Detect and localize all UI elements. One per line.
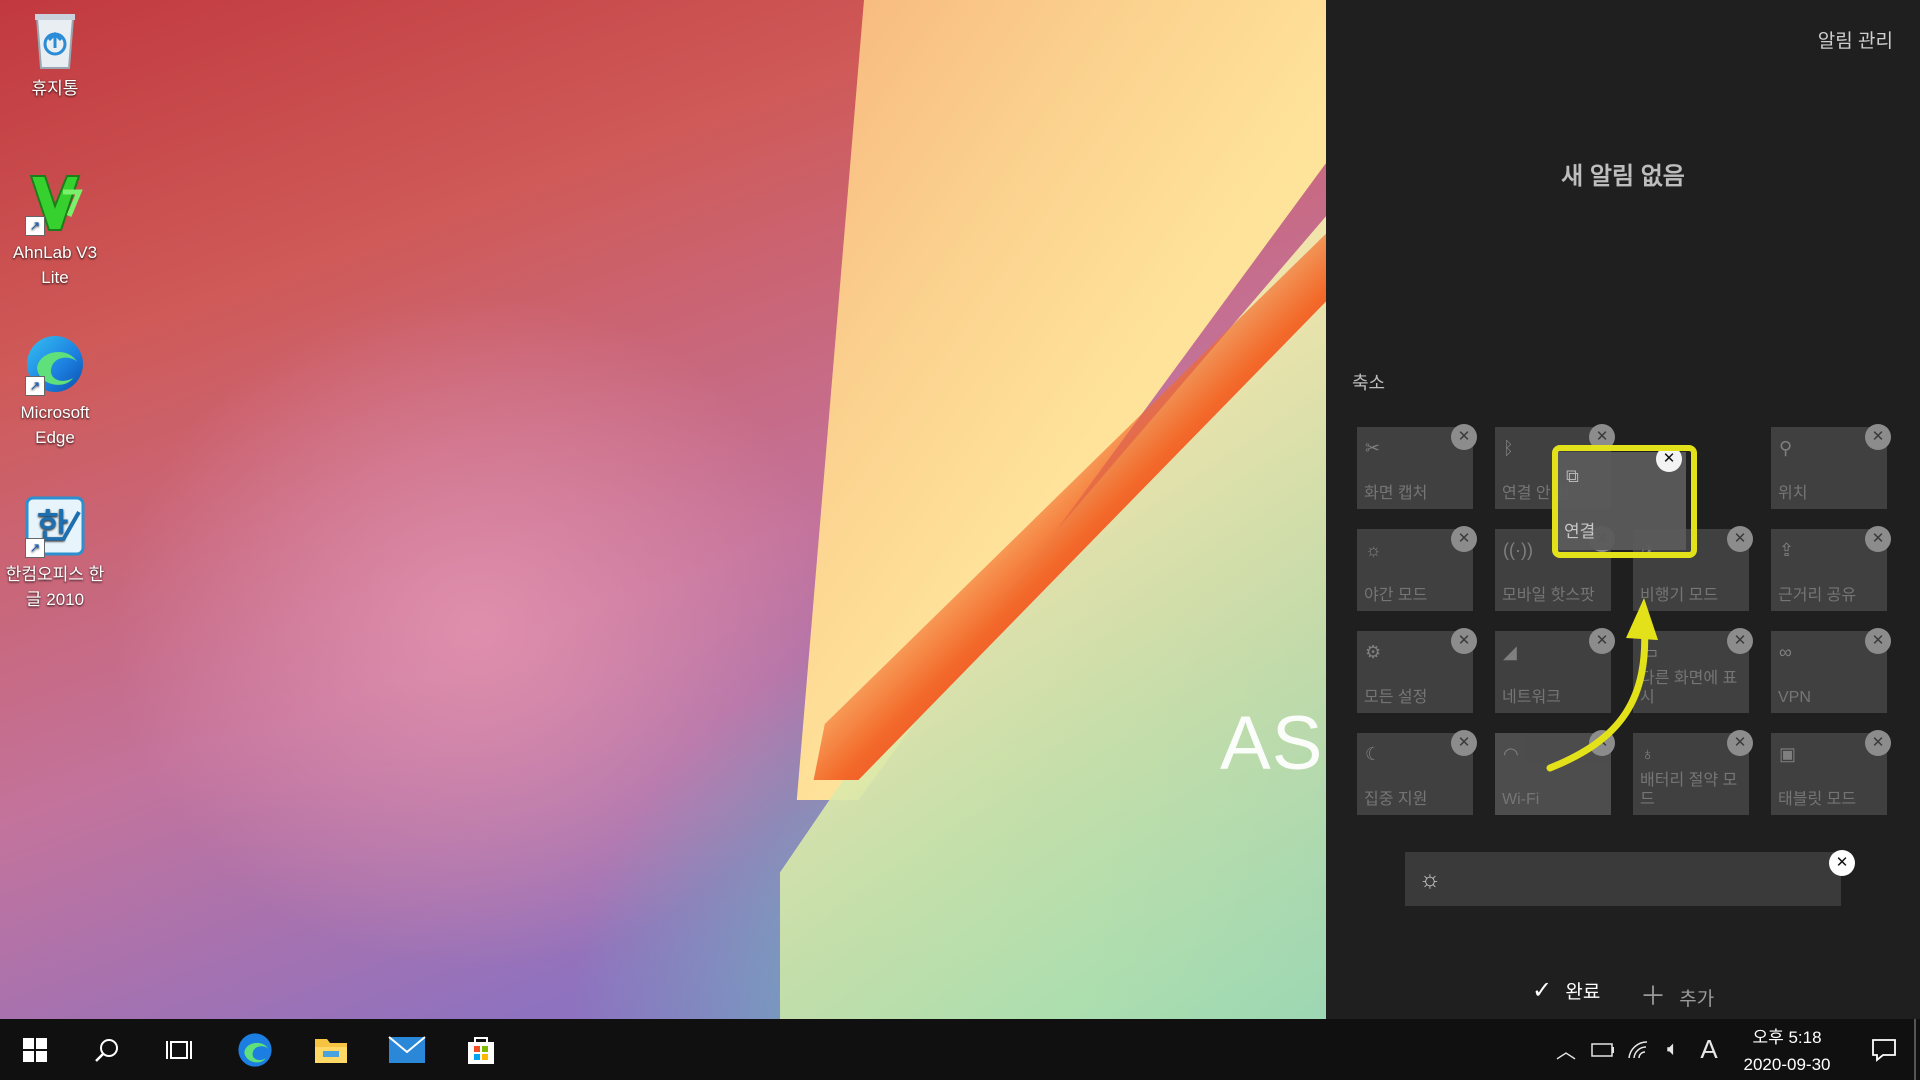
- unpin-icon[interactable]: ✕: [1451, 628, 1477, 654]
- unpin-icon[interactable]: ✕: [1727, 628, 1753, 654]
- desktop-icon-label: 한컴오피스 한글 2010: [5, 565, 105, 609]
- edge-icon: [238, 1032, 272, 1067]
- edge-taskbar-button[interactable]: [220, 1019, 290, 1080]
- file-explorer-button[interactable]: [296, 1019, 366, 1080]
- system-clock[interactable]: 오후 5:18 2020-09-30: [1732, 1024, 1842, 1078]
- store-icon: [468, 1036, 494, 1064]
- unpin-icon[interactable]: ✕: [1865, 526, 1891, 552]
- screen-snip-icon: ✂: [1365, 438, 1381, 458]
- unpin-icon[interactable]: ✕: [1727, 526, 1753, 552]
- file-explorer-icon: [315, 1038, 347, 1063]
- start-icon: [23, 1037, 47, 1062]
- add-button[interactable]: ＋ 추가: [1640, 976, 1714, 1013]
- tablet-mode-icon: ▣: [1779, 744, 1797, 764]
- unpin-icon[interactable]: ✕: [1829, 850, 1855, 876]
- shortcut-arrow-icon: ↗: [25, 538, 45, 558]
- search-button[interactable]: [72, 1019, 142, 1080]
- desktop: ASU 휴지통 ↗ AhnLab V3 Lite: [0, 0, 1326, 1019]
- highlight-box: [1552, 445, 1697, 558]
- unpin-icon[interactable]: ✕: [1865, 628, 1891, 654]
- notification-center-button[interactable]: [1854, 1019, 1914, 1080]
- no-notifications-label: 새 알림 없음: [1561, 163, 1685, 190]
- nearby-share-icon: ⇪: [1779, 540, 1795, 560]
- brightness-slider[interactable]: ☼ ✕: [1405, 850, 1855, 906]
- store-button[interactable]: [446, 1019, 516, 1080]
- speaker-icon: 🔈︎: [1667, 1038, 1679, 1060]
- chevron-up-icon: ︿: [1556, 1041, 1576, 1063]
- volume-tray-button[interactable]: 🔈︎: [1658, 1019, 1688, 1080]
- clock-date: 2020-09-30: [1743, 1055, 1831, 1074]
- unpin-icon[interactable]: ✕: [1865, 730, 1891, 756]
- tile-label: 화면 캡처: [1364, 485, 1428, 502]
- desktop-icon-ahnlab[interactable]: ↗ AhnLab V3 Lite: [0, 172, 110, 290]
- show-hidden-icons-button[interactable]: ︿: [1552, 1019, 1580, 1080]
- tile-label: Wi-Fi: [1502, 791, 1540, 808]
- shortcut-arrow-icon: ↗: [25, 376, 45, 396]
- ahnlab-v3-icon: ↗: [23, 172, 87, 236]
- hangul-icon: 한 ↗: [23, 494, 87, 558]
- tile-label: 모든 설정: [1364, 689, 1428, 706]
- task-view-button[interactable]: [144, 1019, 214, 1080]
- hotspot-icon: ((·)): [1503, 540, 1533, 560]
- night-light-icon: ☼: [1365, 540, 1382, 560]
- network-icon: ◢: [1503, 642, 1517, 662]
- unpin-icon[interactable]: ✕: [1451, 526, 1477, 552]
- brightness-icon: ☼: [1419, 866, 1441, 893]
- search-icon: [95, 1038, 118, 1062]
- desktop-icon-label: Microsoft Edge: [20, 403, 90, 447]
- settings-icon: ⚙: [1365, 642, 1382, 662]
- unpin-icon[interactable]: ✕: [1865, 424, 1891, 450]
- focus-assist-icon: ☾: [1365, 744, 1382, 764]
- network-tray-button[interactable]: [1624, 1019, 1654, 1080]
- desktop-icon-recycle-bin[interactable]: 휴지통: [0, 8, 110, 101]
- tile-label: 태블릿 모드: [1778, 791, 1857, 808]
- ime-indicator[interactable]: A: [1694, 1019, 1724, 1080]
- bluetooth-icon: ᛒ: [1503, 438, 1514, 458]
- tile-label: 위치: [1778, 485, 1808, 502]
- unpin-icon[interactable]: ✕: [1451, 424, 1477, 450]
- shortcut-arrow-icon: ↗: [25, 216, 45, 236]
- wifi-icon: ◠: [1503, 744, 1519, 764]
- wifi-icon: [1628, 1040, 1648, 1058]
- task-view-icon: [166, 1040, 192, 1059]
- tile-label: 야간 모드: [1364, 587, 1428, 604]
- recycle-bin-icon: [23, 8, 87, 72]
- battery-tray-button[interactable]: [1588, 1019, 1618, 1080]
- tile-label: 근거리 공유: [1778, 587, 1857, 604]
- collapse-button[interactable]: 축소: [1352, 369, 1385, 395]
- desktop-icon-hangul[interactable]: 한 ↗ 한컴오피스 한글 2010: [0, 494, 110, 612]
- clock-time: 오후 5:18: [1752, 1028, 1822, 1047]
- manage-notifications-link[interactable]: 알림 관리: [1818, 26, 1893, 53]
- unpin-icon[interactable]: ✕: [1727, 730, 1753, 756]
- plus-icon: ＋: [1640, 981, 1667, 1011]
- unpin-icon[interactable]: ✕: [1451, 730, 1477, 756]
- location-icon: ⚲: [1779, 438, 1793, 458]
- done-button[interactable]: ✓ 완료: [1532, 976, 1600, 1005]
- start-button[interactable]: [0, 1019, 70, 1080]
- taskbar: ︿ 🔈︎ A: [0, 1019, 1920, 1080]
- show-desktop-strip[interactable]: [1914, 1019, 1916, 1080]
- done-label: 완료: [1565, 982, 1601, 1003]
- desktop-icon-edge[interactable]: ↗ Microsoft Edge: [0, 332, 110, 450]
- add-label: 추가: [1679, 989, 1715, 1010]
- wallpaper-brand: ASU: [1220, 701, 1326, 786]
- battery-icon: [1591, 1042, 1614, 1057]
- ime-label: A: [1700, 1034, 1718, 1064]
- mail-icon: [388, 1035, 426, 1063]
- notification-icon: [1872, 1038, 1896, 1062]
- desktop-icon-label: 휴지통: [31, 79, 79, 98]
- annotation-arrow: [1546, 598, 1658, 772]
- mail-button[interactable]: [372, 1019, 442, 1080]
- vpn-icon: ∞: [1779, 642, 1792, 662]
- edge-icon: ↗: [23, 332, 87, 396]
- tile-label: VPN: [1778, 689, 1811, 706]
- desktop-icon-label: AhnLab V3 Lite: [12, 243, 98, 287]
- tile-label: 집중 지원: [1364, 791, 1428, 808]
- check-icon: ✓: [1532, 977, 1553, 1004]
